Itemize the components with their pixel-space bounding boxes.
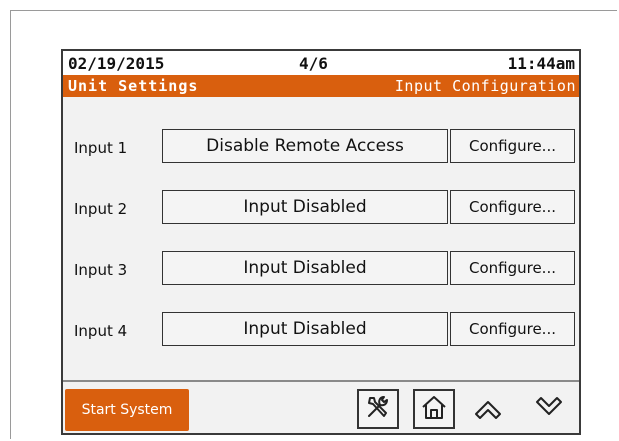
home-button[interactable] (413, 389, 455, 429)
input-3-value[interactable]: Input Disabled (162, 251, 448, 285)
status-bar: 02/19/2015 4/6 11:44am (63, 51, 579, 75)
input-4-label: Input 4 (74, 322, 128, 340)
input-1-label: Input 1 (74, 139, 128, 157)
status-page-indicator: 4/6 (299, 54, 328, 73)
start-system-button[interactable]: Start System (65, 389, 189, 431)
input-2-value[interactable]: Input Disabled (162, 190, 448, 224)
input-1-configure-button[interactable]: Configure... (450, 129, 575, 163)
title-bar: Unit Settings Input Configuration (63, 75, 579, 97)
input-3-label: Input 3 (74, 261, 128, 279)
home-icon (419, 392, 449, 426)
scroll-up-button[interactable] (468, 390, 508, 430)
page-title: Input Configuration (394, 77, 576, 95)
status-time: 11:44am (507, 54, 575, 73)
input-4-configure-button[interactable]: Configure... (450, 312, 575, 346)
input-3-configure-button[interactable]: Configure... (450, 251, 575, 285)
input-4-value[interactable]: Input Disabled (162, 312, 448, 346)
controller-screen: 02/19/2015 4/6 11:44am Unit Settings Inp… (61, 49, 581, 435)
status-date: 02/19/2015 (68, 54, 165, 73)
tools-icon (363, 392, 393, 426)
scroll-down-button[interactable] (529, 390, 569, 430)
chevron-up-icon (471, 394, 505, 426)
section-title: Unit Settings (68, 77, 199, 95)
input-2-label: Input 2 (74, 200, 128, 218)
tools-button[interactable] (357, 389, 399, 429)
bottom-toolbar: Start System (63, 380, 579, 433)
chevron-down-icon (532, 394, 566, 426)
input-1-value[interactable]: Disable Remote Access (162, 129, 448, 163)
input-2-configure-button[interactable]: Configure... (450, 190, 575, 224)
